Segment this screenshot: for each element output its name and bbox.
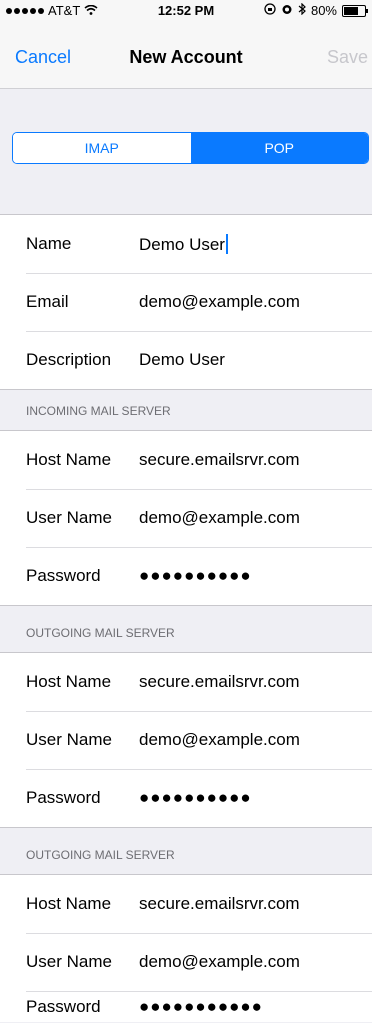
name-label: Name bbox=[26, 234, 72, 253]
incoming-server-header: INCOMING MAIL SERVER bbox=[26, 404, 171, 418]
battery-icon bbox=[342, 4, 368, 17]
incoming-host-label: Host Name bbox=[26, 450, 112, 469]
outgoing-user-input[interactable]: demo@example.com bbox=[139, 730, 300, 750]
description-row[interactable]: Description Demo User bbox=[0, 331, 372, 389]
description-input[interactable]: Demo User bbox=[139, 350, 225, 370]
outgoing2-host-label: Host Name bbox=[26, 894, 112, 913]
status-bar: AT&T 12:52 PM 80% bbox=[0, 0, 372, 22]
incoming-password-label: Password bbox=[26, 566, 101, 585]
outgoing-host-label: Host Name bbox=[26, 672, 112, 691]
email-input[interactable]: demo@example.com bbox=[139, 292, 300, 312]
incoming-host-row[interactable]: Host Name secure.emailsrvr.com bbox=[0, 431, 372, 489]
save-button[interactable]: Save bbox=[327, 47, 368, 68]
outgoing-password-row[interactable]: Password ●●●●●●●●●● bbox=[0, 769, 372, 827]
name-input[interactable]: Demo User bbox=[139, 234, 228, 255]
outgoing2-password-input[interactable]: ●●●●●●●●●●● bbox=[139, 997, 263, 1017]
outgoing2-host-row[interactable]: Host Name secure.emailsrvr.com bbox=[0, 875, 372, 933]
navigation-bar: Cancel New Account Save bbox=[0, 22, 372, 89]
outgoing2-user-input[interactable]: demo@example.com bbox=[139, 952, 300, 972]
name-value: Demo User bbox=[139, 235, 225, 254]
incoming-user-input[interactable]: demo@example.com bbox=[139, 508, 300, 528]
incoming-password-input[interactable]: ●●●●●●●●●● bbox=[139, 566, 252, 586]
outgoing2-host-input[interactable]: secure.emailsrvr.com bbox=[139, 894, 300, 914]
outgoing-server-header: OUTGOING MAIL SERVER bbox=[26, 626, 175, 640]
email-row[interactable]: Email demo@example.com bbox=[0, 273, 372, 331]
outgoing-password-label: Password bbox=[26, 788, 101, 807]
outgoing-password-input[interactable]: ●●●●●●●●●● bbox=[139, 788, 252, 808]
incoming-server-group: Host Name secure.emailsrvr.com User Name… bbox=[0, 430, 372, 606]
account-type-segmented-control[interactable]: IMAP POP bbox=[12, 132, 369, 164]
rotation-lock-icon bbox=[264, 3, 276, 18]
outgoing-user-label: User Name bbox=[26, 730, 112, 749]
name-row[interactable]: Name Demo User bbox=[0, 215, 372, 273]
segment-imap[interactable]: IMAP bbox=[13, 133, 191, 163]
segment-pop[interactable]: POP bbox=[190, 133, 368, 163]
account-info-group: Name Demo User Email demo@example.com De… bbox=[0, 214, 372, 390]
description-label: Description bbox=[26, 350, 112, 369]
incoming-password-row[interactable]: Password ●●●●●●●●●● bbox=[0, 547, 372, 605]
incoming-user-row[interactable]: User Name demo@example.com bbox=[0, 489, 372, 547]
alarm-icon bbox=[281, 3, 293, 18]
page-title: New Account bbox=[129, 47, 243, 67]
incoming-host-input[interactable]: secure.emailsrvr.com bbox=[139, 450, 300, 470]
outgoing-server-header-2: OUTGOING MAIL SERVER bbox=[26, 848, 175, 862]
status-right: 80% bbox=[264, 2, 368, 18]
outgoing-user-row[interactable]: User Name demo@example.com bbox=[0, 711, 372, 769]
outgoing2-password-row[interactable]: Password ●●●●●●●●●●● bbox=[0, 991, 372, 1022]
outgoing2-password-label: Password bbox=[26, 997, 101, 1016]
outgoing-host-input[interactable]: secure.emailsrvr.com bbox=[139, 672, 300, 692]
text-cursor bbox=[225, 234, 228, 254]
outgoing2-user-label: User Name bbox=[26, 952, 112, 971]
bluetooth-icon bbox=[298, 2, 306, 18]
email-label: Email bbox=[26, 292, 69, 311]
battery-percent: 80% bbox=[310, 3, 337, 18]
outgoing-host-row[interactable]: Host Name secure.emailsrvr.com bbox=[0, 653, 372, 711]
outgoing-server-group-2: Host Name secure.emailsrvr.com User Name… bbox=[0, 874, 372, 1022]
outgoing-server-group: Host Name secure.emailsrvr.com User Name… bbox=[0, 652, 372, 828]
incoming-user-label: User Name bbox=[26, 508, 112, 527]
outgoing2-user-row[interactable]: User Name demo@example.com bbox=[0, 933, 372, 991]
